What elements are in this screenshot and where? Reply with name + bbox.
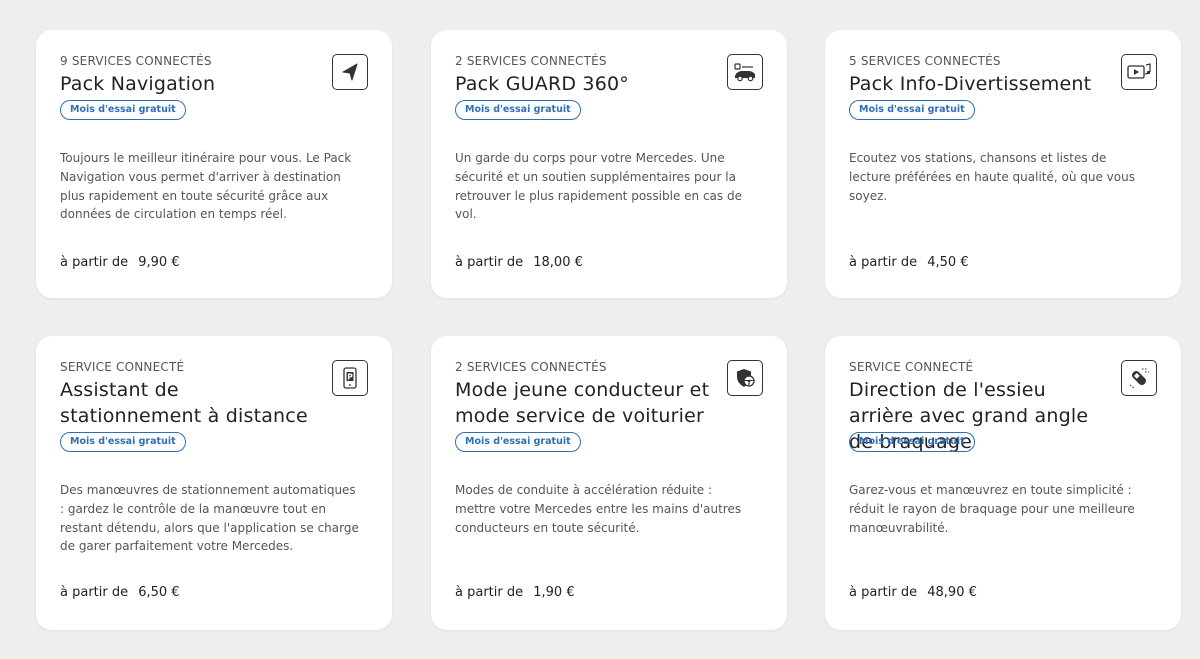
- price-line: à partir de 9,90 €: [60, 255, 180, 270]
- price-line: à partir de 18,00 €: [455, 255, 583, 270]
- navigation-arrow-icon: [332, 54, 368, 90]
- free-trial-badge: Mois d'essai gratuit: [60, 100, 186, 120]
- shield-steering-icon: [727, 360, 763, 396]
- card-description: Un garde du corps pour votre Mercedes. U…: [455, 151, 742, 222]
- price-line: à partir de 48,90 €: [849, 585, 977, 600]
- service-card-rear-axle-steering[interactable]: SERVICE CONNECTÉ Direction de l'essieu a…: [825, 336, 1181, 630]
- price-value: 48,90 €: [927, 585, 977, 600]
- card-description: Toujours le meilleur itinéraire pour vou…: [60, 151, 352, 222]
- free-trial-badge: Mois d'essai gratuit: [455, 432, 581, 452]
- service-card-pack-navigation[interactable]: 9 SERVICES CONNECTÉS Pack Navigation Moi…: [36, 30, 392, 298]
- price-prefix: à partir de: [455, 585, 524, 600]
- price-value: 18,00 €: [533, 255, 583, 270]
- free-trial-badge: Mois d'essai gratuit: [849, 100, 975, 120]
- card-title[interactable]: Pack Navigation: [60, 71, 318, 97]
- phone-parking-icon: P: [332, 360, 368, 396]
- price-prefix: à partir de: [849, 585, 918, 600]
- free-trial-badge: Mois d'essai gratuit: [849, 432, 975, 452]
- services-count: 2 SERVICES CONNECTÉS: [455, 54, 607, 68]
- price-line: à partir de 4,50 €: [849, 255, 969, 270]
- services-count: 9 SERVICES CONNECTÉS: [60, 54, 212, 68]
- price-prefix: à partir de: [849, 255, 918, 270]
- services-count: 2 SERVICES CONNECTÉS: [455, 360, 607, 374]
- car-guard-icon: [727, 54, 763, 90]
- price-value: 6,50 €: [138, 585, 180, 600]
- service-card-remote-parking-assistant[interactable]: SERVICE CONNECTÉ Assistant de stationnem…: [36, 336, 392, 630]
- rear-axle-steering-icon: [1121, 360, 1157, 396]
- card-description: Des manœuvres de stationnement automatiq…: [60, 483, 359, 554]
- services-count: SERVICE CONNECTÉ: [849, 360, 974, 374]
- free-trial-badge: Mois d'essai gratuit: [455, 100, 581, 120]
- price-value: 4,50 €: [927, 255, 969, 270]
- card-title[interactable]: Assistant de stationnement à distance: [60, 377, 318, 429]
- card-description: Garez-vous et manœuvrez en toute simplic…: [849, 483, 1135, 535]
- card-title[interactable]: Pack GUARD 360°: [455, 71, 713, 97]
- card-description: Modes de conduite à accélération réduite…: [455, 483, 742, 535]
- price-prefix: à partir de: [60, 585, 129, 600]
- service-card-grid: 9 SERVICES CONNECTÉS Pack Navigation Moi…: [0, 0, 1200, 659]
- service-card-pack-info-divertissement[interactable]: 5 SERVICES CONNECTÉS Pack Info-Divertiss…: [825, 30, 1181, 298]
- free-trial-badge: Mois d'essai gratuit: [60, 432, 186, 452]
- service-card-young-driver-valet-mode[interactable]: 2 SERVICES CONNECTÉS Mode jeune conducte…: [431, 336, 787, 630]
- price-value: 1,90 €: [533, 585, 575, 600]
- services-count: SERVICE CONNECTÉ: [60, 360, 185, 374]
- card-description: Ecoutez vos stations, chansons et listes…: [849, 151, 1135, 203]
- card-title[interactable]: Pack Info-Divertissement: [849, 71, 1107, 97]
- card-title[interactable]: Mode jeune conducteur et mode service de…: [455, 377, 713, 429]
- price-prefix: à partir de: [60, 255, 129, 270]
- price-prefix: à partir de: [455, 255, 524, 270]
- service-card-pack-guard-360[interactable]: 2 SERVICES CONNECTÉS Pack GUARD 360° Moi…: [431, 30, 787, 298]
- price-line: à partir de 6,50 €: [60, 585, 180, 600]
- price-line: à partir de 1,90 €: [455, 585, 575, 600]
- svg-text:P: P: [347, 373, 353, 382]
- media-music-icon: [1121, 54, 1157, 90]
- services-count: 5 SERVICES CONNECTÉS: [849, 54, 1001, 68]
- price-value: 9,90 €: [138, 255, 180, 270]
